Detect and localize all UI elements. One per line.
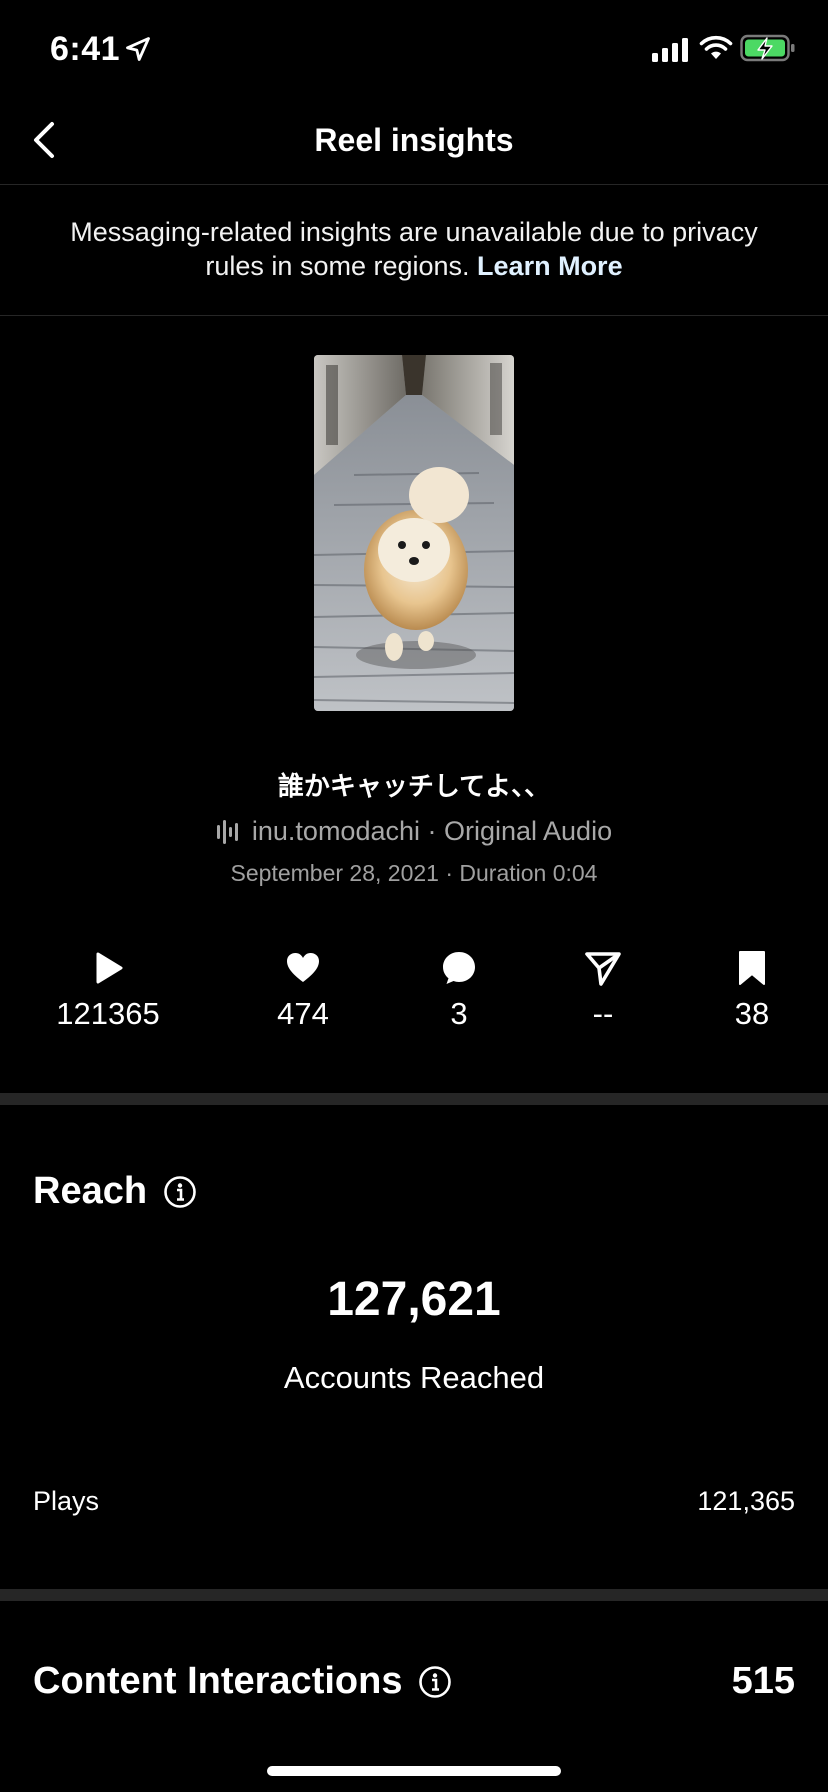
reach-info-icon[interactable] [163, 1175, 197, 1209]
reach-title: Reach [33, 1170, 148, 1212]
heart-icon [287, 953, 319, 982]
privacy-notice: Messaging-related insights are unavailab… [0, 185, 828, 316]
battery-charging-icon [740, 34, 795, 62]
interactions-title: Content Interactions [33, 1660, 403, 1702]
plays-row: Plays 121,365 [33, 1486, 795, 1517]
accounts-reached-value: 127,621 [327, 1273, 501, 1326]
interactions-value: 515 [731, 1660, 795, 1702]
reel-caption: 誰かキャッチしてよ、、 [277, 772, 551, 802]
stat-shares-value: -- [592, 996, 614, 1031]
notice-text: Messaging-related insights are unavailab… [70, 217, 758, 281]
stat-shares: -- [528, 950, 678, 1032]
status-bar: 6:41 [0, 0, 828, 96]
page-title: Reel insights [314, 122, 514, 158]
bookmark-icon [739, 951, 765, 985]
stat-plays-value: 121365 [56, 996, 160, 1031]
stat-comments-value: 3 [450, 996, 468, 1031]
nav-bar: Reel insights [0, 96, 828, 185]
signal-icon [652, 38, 688, 62]
plays-value: 121,365 [697, 1486, 795, 1516]
home-indicator[interactable] [267, 1766, 561, 1776]
stat-comments: 3 [384, 950, 534, 1032]
plays-label: Plays [33, 1486, 100, 1516]
stat-saves-value: 38 [734, 996, 770, 1031]
wifi-icon [699, 35, 733, 59]
stat-saves: 38 [677, 950, 827, 1032]
send-icon [585, 952, 621, 986]
play-icon [96, 952, 123, 984]
audio-attribution[interactable]: inu.tomodachi · Original Audio [0, 816, 828, 847]
status-time: 6:41 [50, 30, 121, 68]
reel-thumbnail-image [314, 355, 514, 711]
interactions-header: Content Interactions [33, 1660, 452, 1703]
location-arrow-icon [126, 37, 150, 61]
accounts-reached-label: Accounts Reached [283, 1360, 545, 1395]
interactions-info-icon[interactable] [418, 1665, 452, 1699]
stat-plays: 121365 [33, 950, 183, 1032]
stat-likes: 474 [228, 950, 378, 1032]
section-divider [0, 1093, 828, 1105]
reel-meta: September 28, 2021 · Duration 0:04 [230, 860, 598, 886]
learn-more-link[interactable]: Learn More [477, 251, 623, 281]
audio-waveform-icon [216, 819, 238, 844]
section-divider [0, 1589, 828, 1601]
audio-text: inu.tomodachi · Original Audio [251, 816, 613, 846]
reel-thumbnail[interactable] [314, 355, 514, 711]
stat-likes-value: 474 [277, 996, 329, 1031]
reach-header: Reach [33, 1170, 197, 1213]
comment-icon [443, 952, 475, 984]
reel-insights-screen: 6:41 Reel insights Messaging-related ins… [0, 0, 828, 1792]
